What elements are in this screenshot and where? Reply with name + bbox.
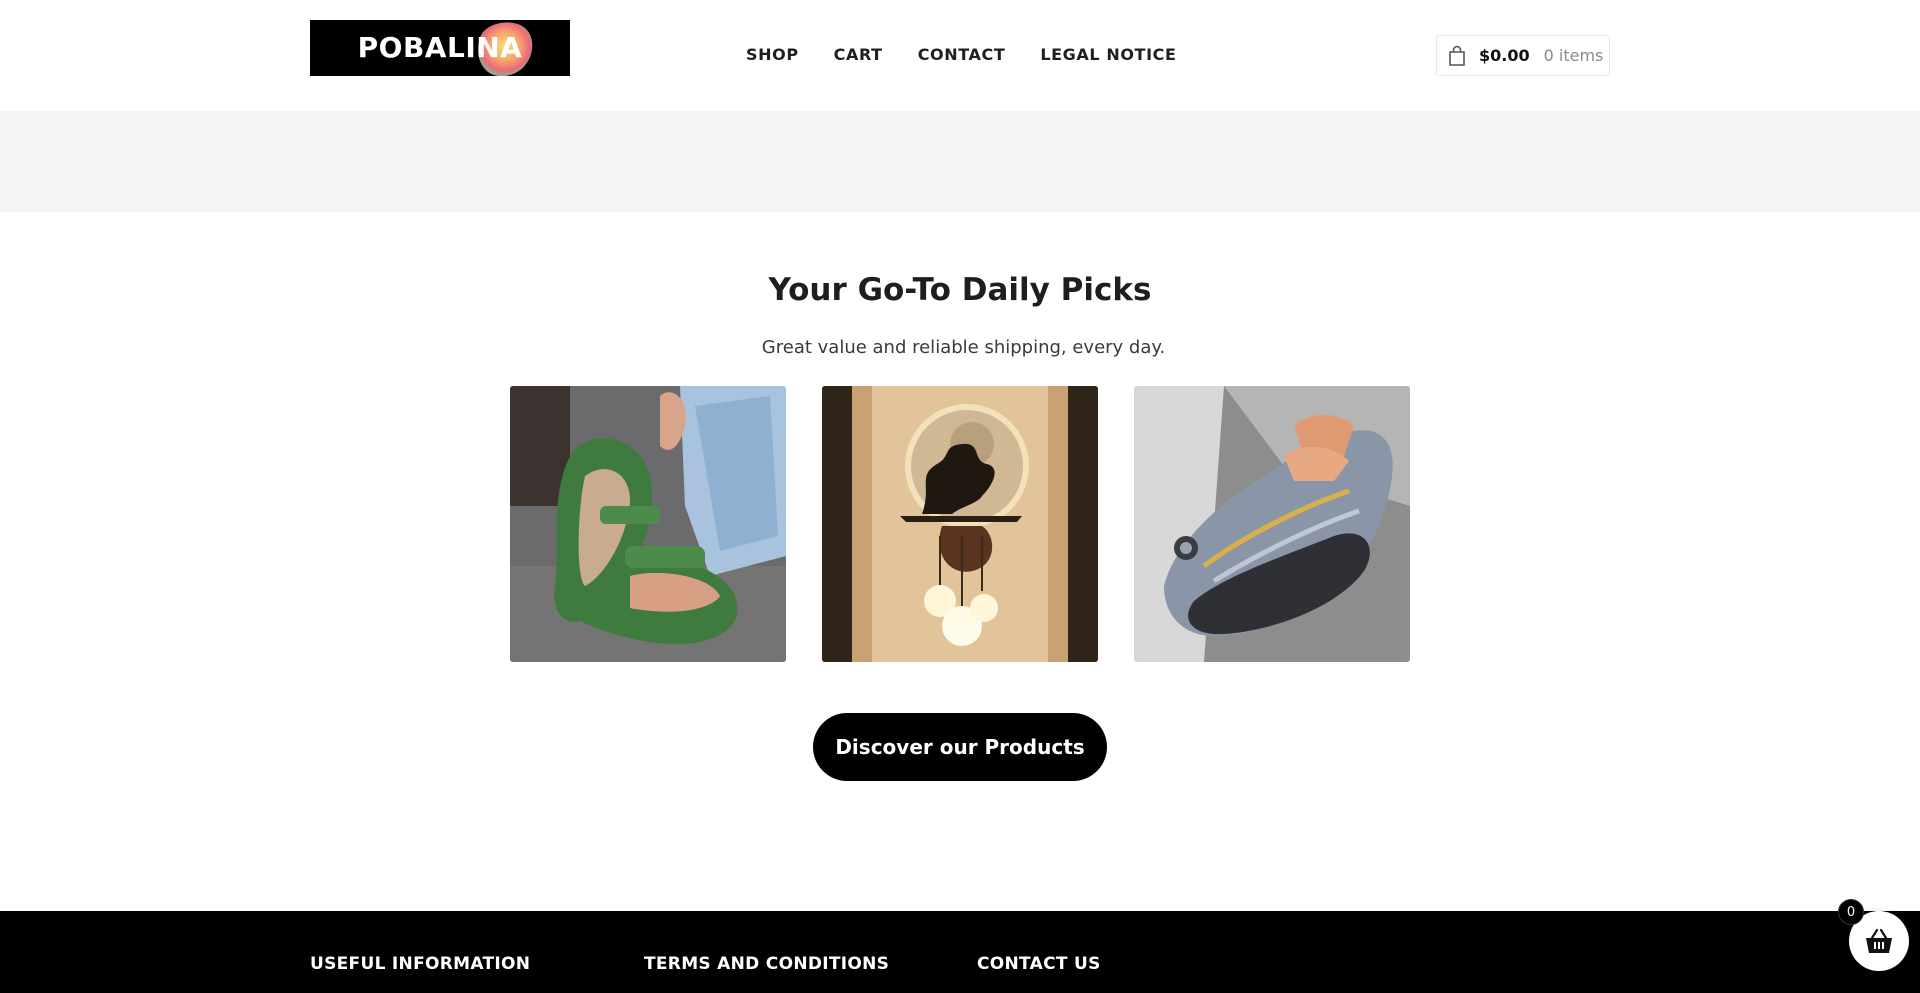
product-image-moon-lamp[interactable]	[822, 386, 1098, 662]
site-footer: USEFUL INFORMATION TERMS AND CONDITIONS …	[0, 911, 1920, 993]
nav-cart[interactable]: CART	[834, 44, 883, 66]
header-cart-widget[interactable]: $0.00 0 items	[1436, 35, 1610, 76]
shopping-bag-icon	[1449, 45, 1465, 66]
moon-lamp-image	[822, 386, 1098, 662]
logo-text: POBALINA	[357, 31, 523, 64]
section-title: Your Go-To Daily Picks	[768, 272, 1152, 308]
discover-products-button[interactable]: Discover our Products	[813, 713, 1107, 781]
nav-legal-notice[interactable]: LEGAL NOTICE	[1040, 44, 1176, 66]
section-subtitle: Great value and reliable shipping, every…	[761, 337, 1166, 358]
site-logo[interactable]: POBALINA	[310, 20, 570, 76]
cart-amount: $0.00	[1479, 46, 1530, 65]
floating-cart-count-badge: 0	[1838, 899, 1864, 925]
footer-heading-useful-information: USEFUL INFORMATION	[310, 954, 531, 974]
sneaker-image	[1134, 386, 1410, 662]
footer-heading-contact: CONTACT US	[977, 954, 1101, 974]
product-image-sandals[interactable]	[510, 386, 786, 662]
nav-contact[interactable]: CONTACT	[918, 44, 1006, 66]
product-image-sneaker[interactable]	[1134, 386, 1410, 662]
footer-heading-terms: TERMS AND CONDITIONS	[644, 954, 890, 974]
site-header: POBALINA SHOP CART CONTACT LEGAL NOTICE …	[0, 0, 1920, 111]
hero-band	[0, 111, 1920, 212]
basket-icon	[1866, 928, 1892, 953]
main-nav: SHOP CART CONTACT LEGAL NOTICE	[746, 44, 1177, 66]
sandals-image	[510, 386, 786, 662]
nav-shop[interactable]: SHOP	[746, 44, 799, 66]
cart-item-count: 0 items	[1543, 46, 1604, 65]
